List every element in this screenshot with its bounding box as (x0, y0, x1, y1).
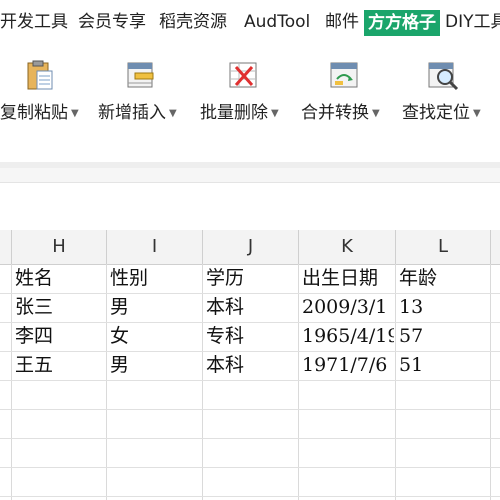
tab-mail[interactable]: 邮件 (325, 8, 359, 36)
cell-h-name[interactable]: 李四 (12, 322, 105, 351)
cell-k-birthdate[interactable]: 1965/4/19 (299, 322, 394, 351)
grid-line (0, 380, 500, 381)
tab-fangfang-gezi[interactable]: 方方格子 (364, 10, 440, 36)
cell-l-age[interactable]: 57 (396, 322, 489, 351)
find-locate-button[interactable]: 查找定位 ▼ (402, 56, 500, 126)
delete-icon (227, 59, 259, 91)
chevron-down-icon: ▼ (169, 107, 177, 119)
cell-l-age[interactable]: 51 (396, 351, 489, 380)
column-header-i[interactable]: I (107, 230, 203, 265)
sheet-top-gap (0, 182, 500, 231)
grid-line (0, 496, 500, 497)
column-header-h[interactable]: H (12, 230, 107, 265)
cell-k-birthdate-header[interactable]: 出生日期 (299, 264, 394, 293)
cell-k-birthdate[interactable]: 1971/7/6 (299, 351, 394, 380)
cell-l-age[interactable]: 13 (396, 293, 489, 322)
tab-audtool[interactable]: AudTool (244, 8, 310, 36)
batch-delete-label: 批量删除 (200, 103, 268, 123)
grid-line (490, 264, 491, 500)
find-locate-label: 查找定位 (402, 103, 470, 123)
find-locate-icon (427, 59, 459, 91)
cell-h-name[interactable]: 张三 (12, 293, 105, 322)
cell-i-gender-header[interactable]: 性别 (107, 264, 201, 293)
grid-line (0, 438, 500, 439)
copy-paste-label: 复制粘贴 (0, 103, 68, 123)
cell-h-name-header[interactable]: 姓名 (12, 264, 105, 293)
cell-h-name[interactable]: 王五 (12, 351, 105, 380)
cell-j-education[interactable]: 本科 (203, 293, 297, 322)
chevron-down-icon: ▼ (473, 107, 481, 119)
spreadsheet-grid[interactable]: H I J K L 姓名 性别 学历 出生日期 年龄 张三 男 本科 2009/… (0, 230, 500, 500)
grid-line (0, 409, 500, 410)
column-header-j[interactable]: J (203, 230, 299, 265)
column-header-k[interactable]: K (299, 230, 396, 265)
insert-icon (125, 59, 157, 91)
formula-bar-area (0, 168, 500, 182)
column-header-m[interactable] (491, 230, 500, 265)
merge-convert-button[interactable]: 合并转换 ▼ (301, 56, 401, 126)
cell-j-education[interactable]: 本科 (203, 351, 297, 380)
chevron-down-icon: ▼ (271, 107, 279, 119)
merge-convert-icon (328, 59, 360, 91)
insert-button[interactable]: 新增插入 ▼ (98, 56, 198, 126)
column-header-g[interactable] (0, 230, 12, 265)
tab-member[interactable]: 会员专享 (78, 8, 146, 36)
grid-line (0, 467, 500, 468)
batch-delete-button[interactable]: 批量删除 ▼ (200, 56, 300, 126)
ribbon-toolbar: 复制粘贴 ▼ 新增插入 ▼ 批量删除 ▼ 合并转换 ▼ 查找定位 ▼ (0, 44, 500, 134)
chevron-down-icon: ▼ (71, 107, 79, 119)
cell-i-gender[interactable]: 女 (107, 322, 201, 351)
cell-j-education[interactable]: 专科 (203, 322, 297, 351)
insert-label: 新增插入 (98, 103, 166, 123)
cell-k-birthdate[interactable]: 2009/3/1 (299, 293, 394, 322)
cell-l-age-header[interactable]: 年龄 (396, 264, 489, 293)
tab-docer-resources[interactable]: 稻壳资源 (159, 8, 227, 36)
cell-i-gender[interactable]: 男 (107, 351, 201, 380)
column-header-l[interactable]: L (396, 230, 491, 265)
copy-paste-button[interactable]: 复制粘贴 ▼ (0, 56, 100, 126)
merge-convert-label: 合并转换 (301, 103, 369, 123)
ribbon-tab-bar: 开发工具 会员专享 稻壳资源 AudTool 邮件 方方格子 DIY工具 (0, 0, 500, 44)
clipboard-paste-icon (24, 59, 56, 91)
tab-diy-tools[interactable]: DIY工具 (445, 8, 500, 36)
tab-developer-tools[interactable]: 开发工具 (0, 8, 68, 36)
cell-j-education-header[interactable]: 学历 (203, 264, 297, 293)
cell-i-gender[interactable]: 男 (107, 293, 201, 322)
chevron-down-icon: ▼ (372, 107, 380, 119)
